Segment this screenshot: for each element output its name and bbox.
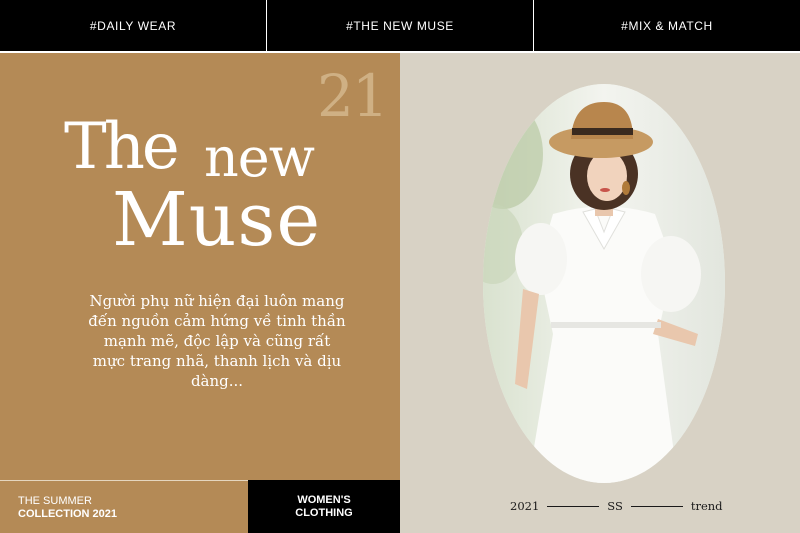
- title-the: The: [64, 110, 180, 184]
- trend-year: 2021: [510, 499, 540, 513]
- collection-label: THE SUMMER COLLECTION 2021: [0, 480, 248, 533]
- trend-season: SS: [607, 499, 623, 513]
- tag-daily-wear[interactable]: #DAILY WEAR: [0, 0, 267, 51]
- trend-divider: [630, 505, 683, 507]
- category-line1: WOMEN'S: [297, 494, 351, 506]
- category-line2: CLOTHING: [295, 507, 353, 519]
- trend-caption: 2021 SS trend: [510, 499, 723, 513]
- tag-the-new-muse[interactable]: #THE NEW MUSE: [267, 0, 534, 51]
- photo-panel: 2021 SS trend: [400, 53, 800, 533]
- top-tag-bar: #DAILY WEAR #THE NEW MUSE #MIX & MATCH: [0, 0, 800, 53]
- title-muse: Muse: [112, 177, 322, 263]
- trend-divider: [547, 505, 600, 507]
- model-photo: [483, 84, 725, 483]
- hero-description: Người phụ nữ hiện đại luôn mang đến nguồ…: [88, 292, 346, 390]
- hero-panel: 21 The new Muse Người phụ nữ hiện đại lu…: [0, 53, 400, 480]
- year-number: 21: [317, 62, 389, 130]
- collection-line1: THE SUMMER: [18, 495, 92, 507]
- collection-line2: COLLECTION 2021: [18, 508, 118, 520]
- trend-label: trend: [690, 499, 723, 513]
- category-label: WOMEN'S CLOTHING: [248, 480, 400, 533]
- model-illustration: [483, 84, 725, 483]
- tag-mix-and-match[interactable]: #MIX & MATCH: [534, 0, 800, 51]
